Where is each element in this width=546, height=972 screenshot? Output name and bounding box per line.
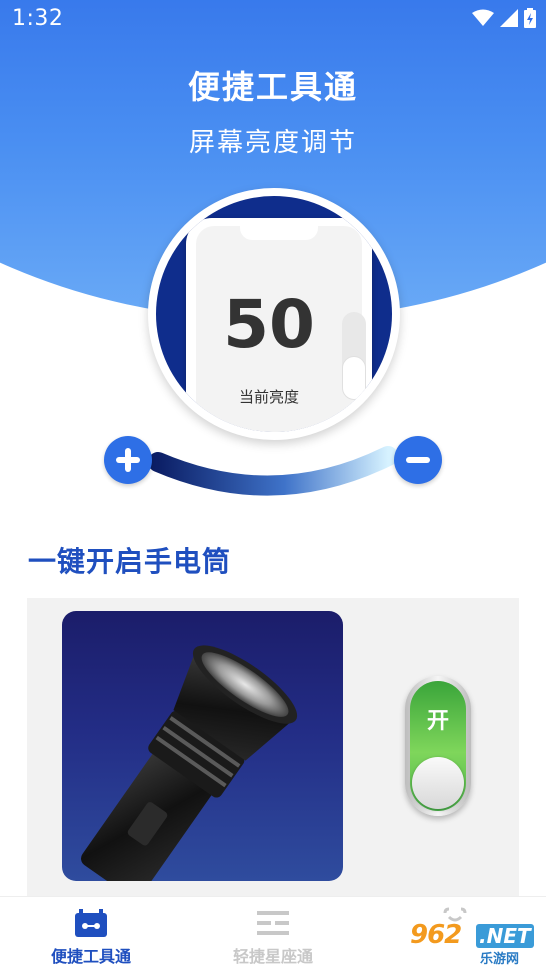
toggle-knob — [412, 757, 464, 809]
watermark-main: 962 — [410, 920, 462, 950]
toolbox-icon — [75, 909, 107, 937]
tab-tools[interactable]: 便捷工具通 — [0, 897, 182, 972]
brightness-dial: 50 当前亮度 — [148, 188, 400, 440]
section-title: 一键开启手电筒 — [28, 545, 232, 578]
decrease-brightness-button[interactable] — [394, 436, 442, 484]
flashlight-card: 开 — [27, 598, 519, 896]
flashlight-illustration — [81, 645, 298, 881]
flashlight-image — [62, 611, 343, 881]
watermark-suffix: .NET — [476, 924, 534, 948]
increase-brightness-button[interactable] — [104, 436, 152, 484]
brightness-mini-slider — [342, 312, 366, 400]
dial-inner: 50 当前亮度 — [156, 196, 392, 432]
status-bar: 1:32 — [0, 0, 546, 38]
brightness-mini-slider-fill — [342, 356, 366, 400]
battery-icon — [524, 8, 536, 28]
phone-screen: 50 当前亮度 — [196, 226, 366, 432]
minus-icon — [406, 457, 430, 463]
tab-tools-label: 便捷工具通 — [50, 947, 131, 966]
phone-notch — [240, 226, 318, 240]
list-icon — [257, 911, 289, 935]
plus-icon — [116, 448, 140, 472]
signal-icon — [500, 9, 518, 27]
phone-illustration: 50 当前亮度 — [186, 218, 372, 432]
toggle-track: 开 — [410, 681, 466, 811]
toggle-label: 开 — [426, 709, 449, 734]
tab-constellation-label: 轻捷星座通 — [232, 947, 313, 966]
tab-constellation[interactable]: 轻捷星座通 — [182, 897, 364, 972]
brightness-arc-slider[interactable] — [0, 420, 546, 500]
status-time: 1:32 — [12, 6, 64, 31]
page-subtitle: 屏幕亮度调节 — [188, 128, 357, 158]
wifi-icon — [472, 9, 494, 26]
app-title: 便捷工具通 — [187, 68, 358, 106]
flashlight-toggle[interactable]: 开 — [405, 676, 471, 816]
brightness-value: 50 — [223, 286, 315, 363]
status-icons — [472, 8, 536, 28]
watermark-sub: 乐游网 — [480, 952, 520, 967]
brightness-label: 当前亮度 — [238, 388, 299, 406]
site-watermark: 962 .NET 乐游网 — [410, 918, 544, 968]
